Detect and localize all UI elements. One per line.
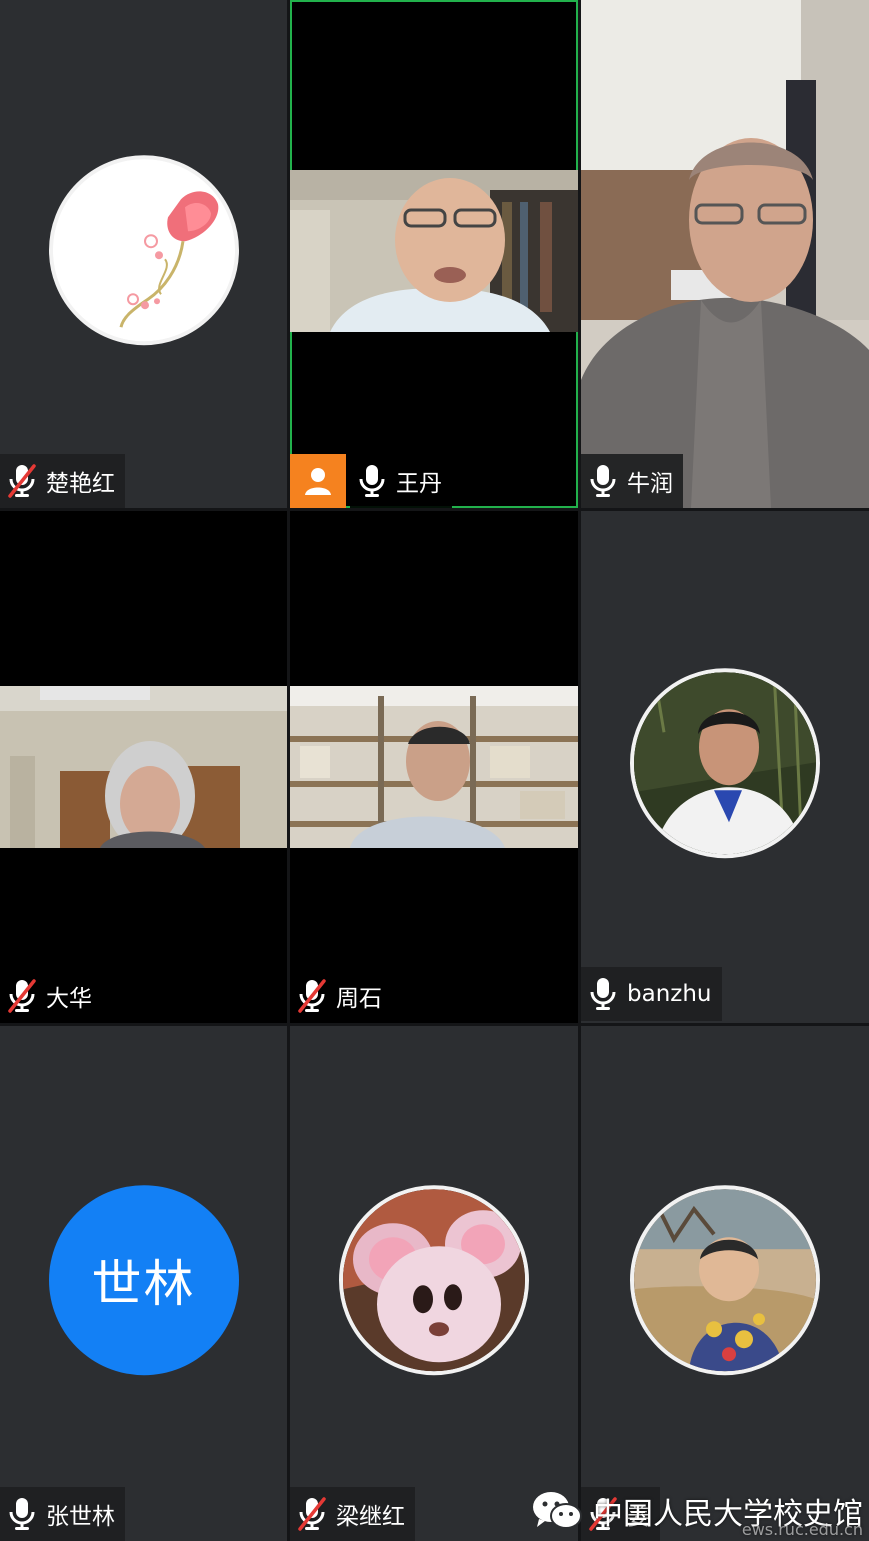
- person-icon: [305, 468, 331, 495]
- participant-label: 周石: [290, 969, 392, 1023]
- participant-label: 王丹: [350, 454, 452, 508]
- participant-name: 张世林: [46, 1504, 115, 1530]
- participant-label: 楚艳红: [0, 454, 125, 508]
- mic-muted-icon: [8, 464, 36, 498]
- participant-tile[interactable]: 周石: [290, 511, 578, 1023]
- avatar: [339, 1184, 529, 1375]
- mic-icon: [590, 465, 616, 497]
- video-feed: [581, 0, 869, 508]
- participant-label: 梁继红: [290, 1487, 415, 1541]
- participant-tile[interactable]: 姜: [581, 1026, 869, 1541]
- participant-label: banzhu: [581, 967, 722, 1021]
- participant-label: 张世林: [0, 1487, 125, 1541]
- participant-tile[interactable]: 世林 张世林: [0, 1026, 287, 1541]
- participant-name: 梁继红: [336, 1504, 405, 1530]
- participant-name: 大华: [46, 986, 92, 1012]
- watermark-url: ews.ruc.edu.cn: [741, 1520, 863, 1539]
- video-feed: [290, 170, 578, 332]
- avatar: [48, 155, 239, 346]
- participant-name: 周石: [336, 986, 382, 1012]
- participant-name: banzhu: [627, 981, 712, 1007]
- watermark: 中国人民大学校史馆 ews.ruc.edu.cn: [531, 1489, 863, 1539]
- avatar: [630, 668, 820, 859]
- avatar-initials: 世林: [48, 1184, 239, 1375]
- mic-icon: [9, 1498, 35, 1530]
- mic-icon: [590, 978, 616, 1010]
- mic-muted-icon: [298, 1497, 326, 1531]
- participant-name: 楚艳红: [46, 471, 115, 497]
- avatar: [630, 1184, 820, 1375]
- video-feed: [290, 686, 578, 848]
- participant-tile[interactable]: 大华: [0, 511, 287, 1023]
- participant-tile[interactable]: banzhu: [581, 511, 869, 1023]
- host-badge: [290, 454, 346, 508]
- participant-name: 王丹: [396, 471, 442, 497]
- video-grid: 楚艳红 王丹 牛润 大华 周石 banzhu 世林 张世林 梁继红 姜 中国人民…: [0, 0, 869, 1541]
- participant-name: 牛润: [627, 471, 673, 497]
- participant-label: 牛润: [581, 454, 683, 508]
- wechat-icon: [533, 1492, 582, 1529]
- participant-label: 大华: [0, 969, 102, 1023]
- participant-tile-active[interactable]: 王丹: [290, 0, 578, 508]
- mic-muted-icon: [298, 979, 326, 1013]
- participant-tile[interactable]: 牛润: [581, 0, 869, 508]
- mic-muted-icon: [8, 979, 36, 1013]
- participant-tile[interactable]: 梁继红: [290, 1026, 578, 1541]
- video-feed: [0, 686, 287, 848]
- mic-icon: [359, 465, 385, 497]
- participant-tile[interactable]: 楚艳红: [0, 0, 287, 508]
